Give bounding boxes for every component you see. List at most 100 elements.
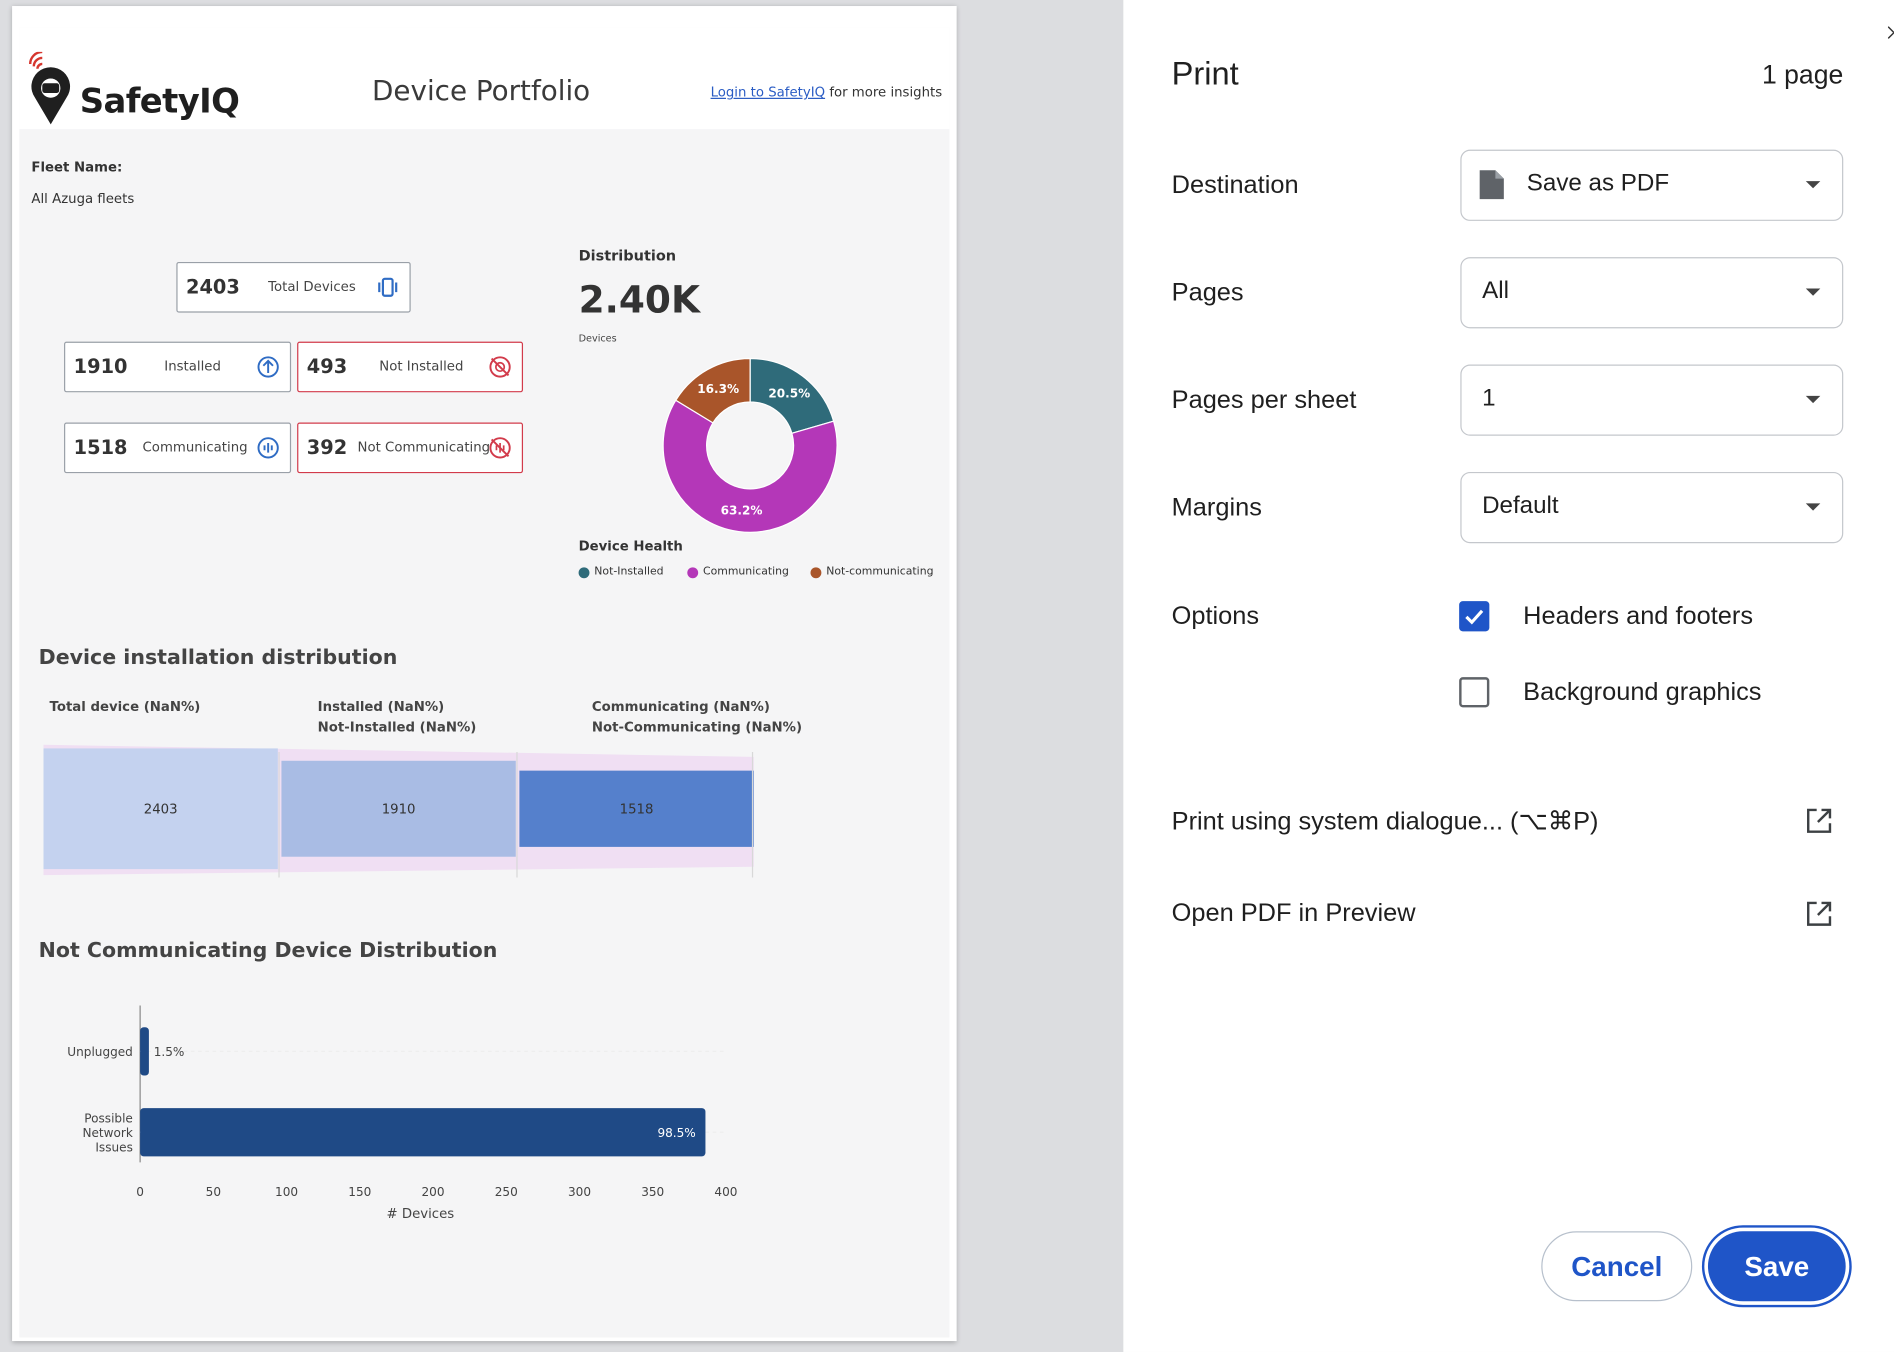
destination-value: Save as PDF bbox=[1526, 170, 1670, 197]
legend-label: Not-communicating bbox=[826, 566, 934, 579]
vibrate-device-icon bbox=[378, 277, 398, 297]
kpi-label: Communicating bbox=[142, 439, 248, 456]
page-count: 1 page bbox=[1761, 59, 1844, 90]
pages-select[interactable]: All bbox=[1460, 257, 1844, 329]
bar-unplugged bbox=[140, 1027, 149, 1076]
kpi-value: 392 bbox=[306, 435, 348, 459]
kpi-value: 493 bbox=[306, 354, 348, 378]
pages-per-sheet-select[interactable]: 1 bbox=[1460, 364, 1844, 436]
x-tick-label: 350 bbox=[641, 1185, 664, 1199]
chevron-down-icon bbox=[1805, 181, 1821, 189]
options-label: Options bbox=[1171, 602, 1260, 631]
open-external-icon[interactable] bbox=[1805, 899, 1834, 928]
preview-page: SafetyIQ Device Portfolio Login to Safet… bbox=[12, 6, 957, 1342]
document-icon bbox=[1479, 170, 1504, 200]
distribution-unit: Devices bbox=[578, 333, 617, 345]
disabled-icon bbox=[489, 356, 511, 378]
chevron-down-icon bbox=[1805, 288, 1821, 296]
margins-select[interactable]: Default bbox=[1460, 471, 1844, 544]
x-tick-label: 150 bbox=[348, 1185, 371, 1199]
donut-slice-label: 16.3% bbox=[697, 382, 739, 396]
kpi-value: 1518 bbox=[73, 435, 128, 459]
upload-arrow-icon bbox=[257, 356, 279, 378]
bar-possible-network-issues bbox=[140, 1108, 706, 1157]
pages-value: All bbox=[1482, 277, 1509, 305]
x-tick-label: 100 bbox=[275, 1185, 298, 1199]
kpi-total-devices: 2403 Total Devices bbox=[176, 261, 411, 313]
legend-swatch bbox=[810, 566, 822, 578]
print-settings-panel: Print 1 page Destination Save as PDF Pag… bbox=[1123, 0, 1894, 1352]
headers-footers-label[interactable]: Headers and footers bbox=[1523, 602, 1753, 631]
kpi-installed: 1910 Installed bbox=[64, 341, 292, 393]
legend-swatch bbox=[578, 566, 590, 578]
sankey-col2-line1: Installed (NaN%) bbox=[317, 698, 445, 715]
sankey-node-value: 2403 bbox=[144, 803, 178, 818]
bar-category-label: Unplugged bbox=[67, 1045, 133, 1059]
headers-footers-checkbox[interactable] bbox=[1459, 601, 1490, 632]
x-axis-title-wrap: # Devices bbox=[387, 1207, 455, 1222]
window-edge-mark bbox=[1887, 26, 1894, 39]
sankey-col2-label: Installed (NaN%) Not-Installed (NaN%) bbox=[318, 696, 477, 737]
kpi-communicating: 1518 Communicating bbox=[64, 422, 292, 474]
save-button[interactable]: Save bbox=[1707, 1231, 1846, 1302]
open-external-icon[interactable] bbox=[1805, 806, 1834, 835]
logo-text: SafetyIQ bbox=[79, 80, 240, 121]
pages-per-sheet-label: Pages per sheet bbox=[1171, 386, 1357, 415]
not-communicating-section-title: Not Communicating Device Distribution bbox=[38, 939, 498, 964]
sankey-col2-line2: Not-Installed (NaN%) bbox=[317, 719, 477, 736]
background-graphics-label[interactable]: Background graphics bbox=[1523, 678, 1761, 707]
cancel-button[interactable]: Cancel bbox=[1541, 1231, 1693, 1302]
legend-label: Not-Installed bbox=[594, 566, 664, 579]
kpi-not-communicating: 392 Not Communicating bbox=[297, 422, 524, 474]
print-preview-area[interactable]: SafetyIQ Device Portfolio Login to Safet… bbox=[0, 0, 1124, 1352]
open-pdf-preview-link[interactable]: Open PDF in Preview bbox=[1172, 899, 1416, 928]
report: SafetyIQ Device Portfolio Login to Safet… bbox=[19, 27, 950, 1338]
system-dialog-link[interactable]: Print using system dialogue... (⌥⌘P) bbox=[1172, 806, 1599, 836]
donut-slice-label: 20.5% bbox=[768, 387, 810, 401]
device-health-title: Device Health bbox=[578, 538, 683, 555]
x-tick-label: 300 bbox=[568, 1185, 591, 1199]
background-graphics-checkbox[interactable] bbox=[1459, 677, 1490, 708]
not-communicating-bar-chart: Unplugged 1.5% PossibleNetworkIssues 98.5% 0… bbox=[67, 1005, 737, 1199]
sankey-col3-label: Communicating (NaN%) Not-Communicating (N… bbox=[592, 696, 802, 737]
fleet-name-label: Fleet Name: bbox=[31, 159, 123, 176]
sankey-node-value: 1910 bbox=[382, 803, 416, 818]
bar-value-label: 1.5% bbox=[154, 1045, 185, 1059]
installation-flow-chart: 2403 1910 1518 bbox=[43, 744, 754, 878]
distribution-title: Distribution bbox=[578, 247, 677, 265]
login-link[interactable]: Login to SafetyIQ bbox=[711, 84, 826, 100]
kpi-value: 1910 bbox=[73, 354, 128, 378]
sankey-col3-line1: Communicating (NaN%) bbox=[591, 698, 770, 715]
chevron-down-icon bbox=[1805, 503, 1821, 511]
legend-item-not-communicating: Not-communicating bbox=[810, 566, 934, 579]
fleet-name-value: All Azuga fleets bbox=[31, 190, 135, 207]
legend-swatch bbox=[687, 566, 699, 578]
donut-slice-label: 63.2% bbox=[721, 503, 763, 517]
margins-value: Default bbox=[1482, 492, 1559, 520]
legend-label: Communicating bbox=[702, 566, 789, 579]
kpi-not-installed: 493 Not Installed bbox=[297, 341, 524, 393]
bar-value-label: 98.5% bbox=[657, 1126, 695, 1140]
x-tick-label: 50 bbox=[206, 1185, 221, 1199]
pages-per-sheet-value: 1 bbox=[1482, 385, 1496, 412]
legend-item-not-installed: Not-Installed bbox=[578, 566, 664, 579]
destination-select[interactable]: Save as PDF bbox=[1460, 149, 1844, 221]
donut-chart: 20.5% 63.2% 16.3% bbox=[662, 357, 838, 533]
signal-icon bbox=[257, 437, 279, 459]
login-suffix: for more insights bbox=[825, 84, 943, 101]
bar-category-label: Issues bbox=[95, 1141, 132, 1155]
chevron-down-icon bbox=[1805, 395, 1821, 404]
x-tick-label: 0 bbox=[136, 1185, 144, 1199]
kpi-label: Installed bbox=[164, 358, 221, 375]
x-tick-label: 200 bbox=[422, 1185, 445, 1199]
kpi-label: Not Installed bbox=[379, 358, 464, 375]
signal-off-icon bbox=[489, 437, 511, 459]
bar-category-label: Possible bbox=[84, 1112, 133, 1126]
margins-label: Margins bbox=[1171, 493, 1262, 522]
x-axis-title: # Devices bbox=[387, 1207, 455, 1222]
login-line: Login to SafetyIQ for more insights bbox=[711, 84, 943, 100]
destination-label: Destination bbox=[1171, 171, 1299, 200]
bar-category-label: Network bbox=[82, 1126, 132, 1140]
kpi-label: Total Devices bbox=[268, 278, 356, 295]
sankey-node-value: 1518 bbox=[620, 803, 654, 818]
